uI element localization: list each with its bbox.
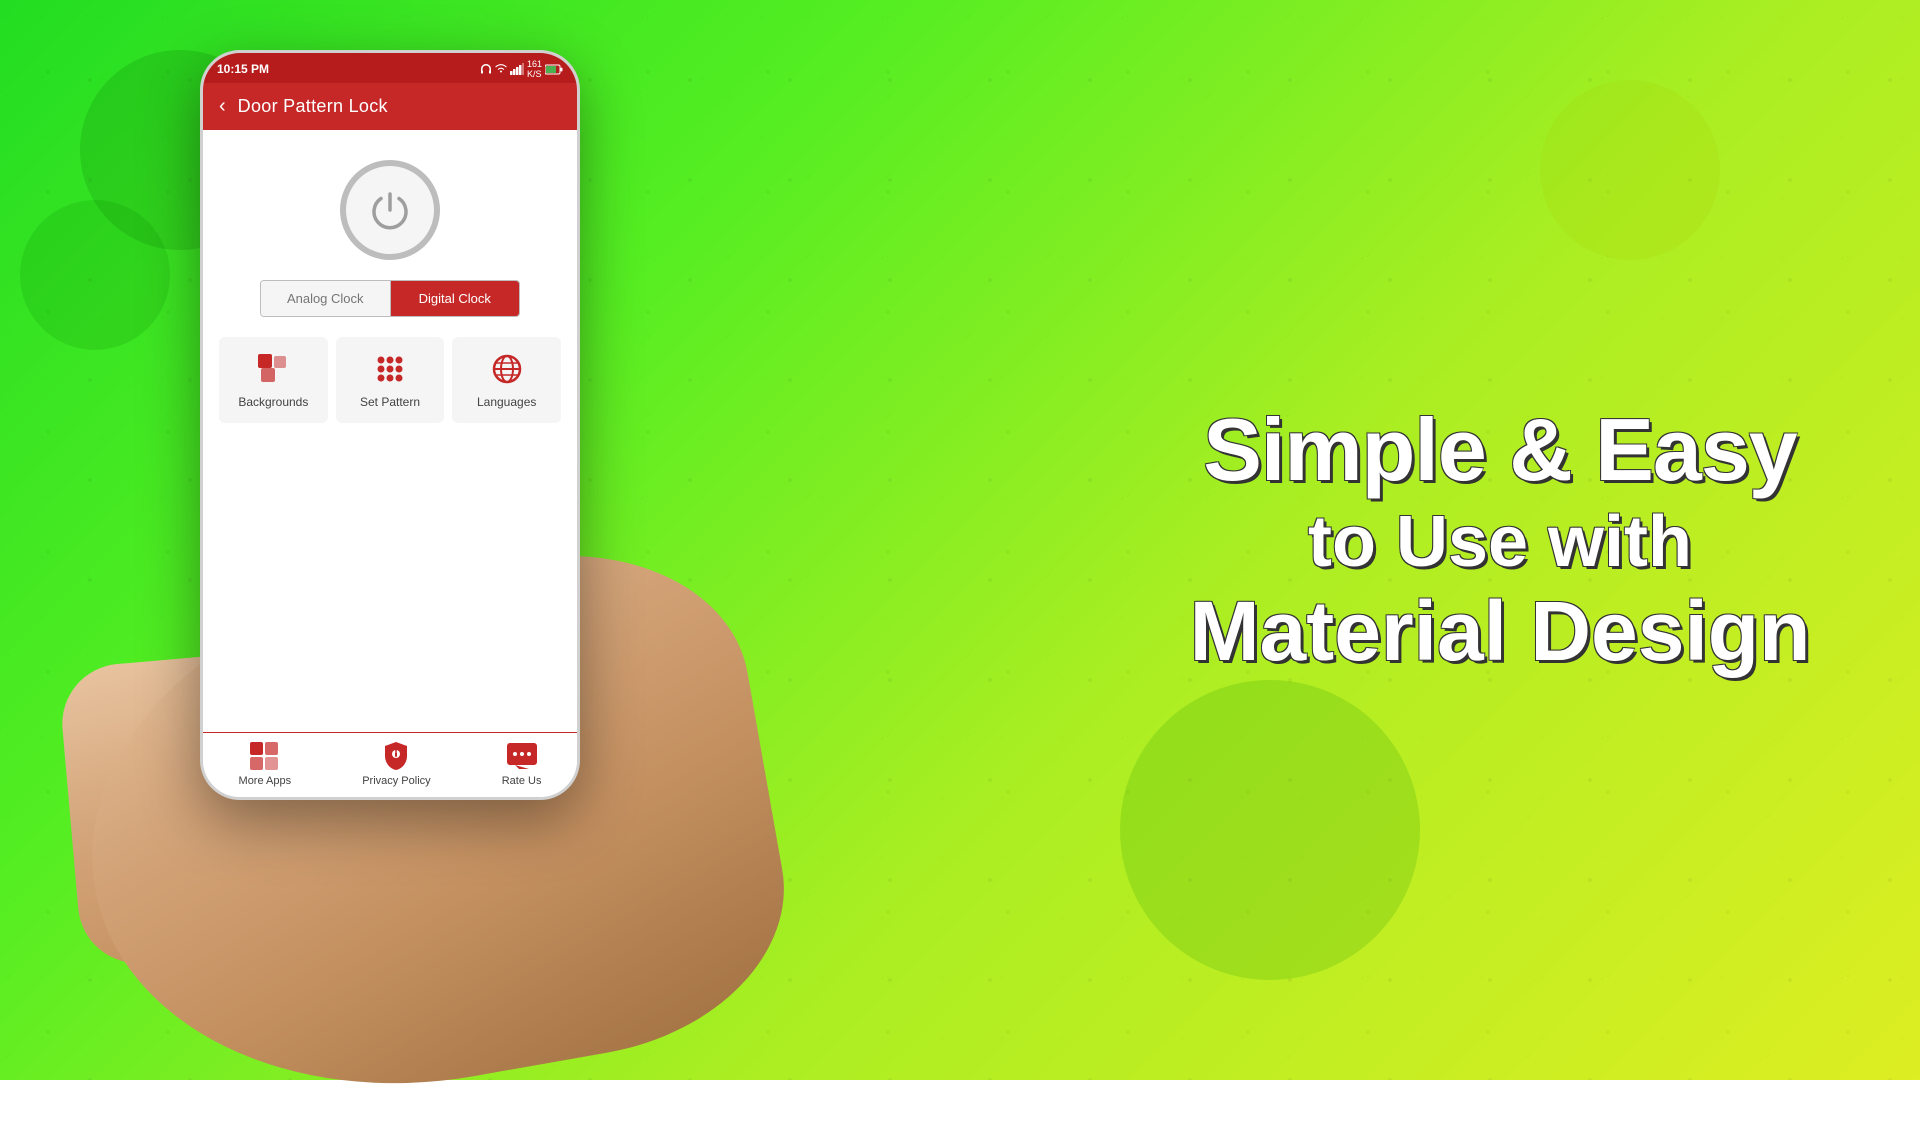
backgrounds-tile[interactable]: Backgrounds [219,337,328,423]
wifi-icon [495,63,507,75]
phone-device: 10:15 PM [200,50,580,800]
nav-rate-us[interactable]: Rate Us [502,741,542,787]
app-content: Analog Clock Digital Clock [203,130,577,797]
set-pattern-tile[interactable]: Set Pattern [336,337,445,423]
clock-toggle-group[interactable]: Analog Clock Digital Clock [260,280,520,317]
privacy-policy-label: Privacy Policy [362,775,430,787]
bottom-nav: More Apps Privacy Policy [203,732,577,797]
tagline-line3: Material Design [1160,585,1840,677]
rate-us-icon [507,741,537,771]
rate-us-label: Rate Us [502,775,542,787]
languages-icon [489,351,525,387]
nav-privacy-policy[interactable]: Privacy Policy [362,741,430,787]
set-pattern-label: Set Pattern [360,395,420,409]
battery-icon [545,64,563,75]
backgrounds-label: Backgrounds [238,395,308,409]
status-time: 10:15 PM [217,62,269,76]
app-bar: ‹ Door Pattern Lock [203,83,577,130]
power-icon [368,188,412,232]
signal-icon [510,63,524,75]
more-apps-icon [250,741,280,771]
privacy-policy-icon [381,741,411,771]
status-bar: 10:15 PM [203,53,577,83]
analog-clock-button[interactable]: Analog Clock [261,281,391,316]
power-button-icon[interactable] [340,160,440,260]
tagline-area: Simple & Easy to Use with Material Desig… [1160,402,1840,678]
phone-wrapper: 10:15 PM [150,20,670,1060]
nav-more-apps[interactable]: More Apps [239,741,292,787]
tagline-line2: to Use with [1160,499,1840,585]
headphone-icon [480,63,492,75]
more-apps-label: More Apps [239,775,292,787]
data-speed: 161K/S [527,59,542,79]
tagline-line1: Simple & Easy [1160,402,1840,499]
set-pattern-icon [372,351,408,387]
status-icons: 161K/S [480,59,563,79]
feature-grid: Backgrounds [219,337,561,423]
app-title: Door Pattern Lock [238,96,388,117]
back-button[interactable]: ‹ [219,95,226,118]
backgrounds-icon [255,351,291,387]
languages-label: Languages [477,395,536,409]
digital-clock-button[interactable]: Digital Clock [391,281,520,316]
languages-tile[interactable]: Languages [452,337,561,423]
